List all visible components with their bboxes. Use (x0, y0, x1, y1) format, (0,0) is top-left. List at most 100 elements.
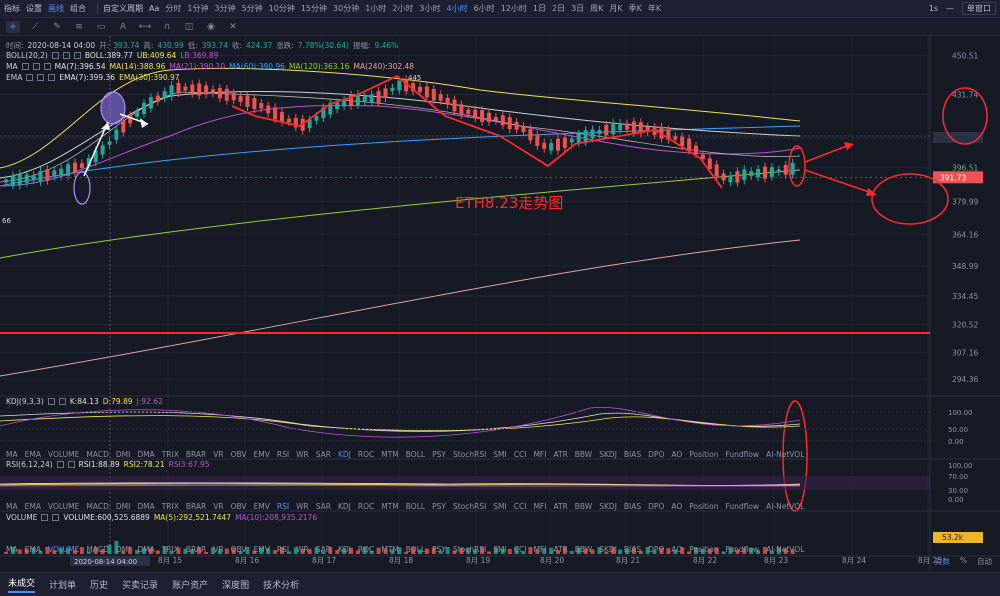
indicator-ma-2[interactable]: MA (6, 545, 18, 554)
indicator-rsi-2[interactable]: RSI (277, 545, 289, 554)
timeframe-19[interactable]: 年K (648, 3, 661, 14)
indicator-ao-0[interactable]: AO (671, 450, 682, 459)
indicator-wr-2[interactable]: WR (296, 545, 309, 554)
indicator-wr-0[interactable]: WR (296, 450, 309, 459)
settings-button[interactable]: 设置 (26, 3, 42, 14)
gear-icon[interactable] (32, 63, 40, 70)
indicator-position-0[interactable]: Position (689, 450, 718, 459)
indicator-emv-1[interactable]: EMV (254, 502, 270, 511)
indicator-bbw-0[interactable]: BBW (575, 450, 592, 459)
indicator-dma-2[interactable]: DMA (137, 545, 154, 554)
timeframe-18[interactable]: 季K (629, 3, 642, 14)
indicator-smi-0[interactable]: SMI (493, 450, 506, 459)
indicator-mfi-1[interactable]: MFI (533, 502, 546, 511)
indicator-rsi-1[interactable]: RSI (277, 502, 289, 511)
eye-icon[interactable] (51, 52, 59, 59)
indicator-boll-0[interactable]: BOLL (406, 450, 425, 459)
indicator-skdj-1[interactable]: SKDJ (599, 502, 617, 511)
close-icon[interactable] (67, 461, 75, 468)
indicator-atr-0[interactable]: ATR (553, 450, 567, 459)
timeframe-12[interactable]: 12小时 (501, 3, 527, 14)
percent-scale-toggle[interactable]: % (960, 556, 967, 567)
timeframe-13[interactable]: 1日 (533, 3, 546, 14)
close-icon[interactable] (48, 74, 56, 81)
timeframe-5[interactable]: 15分钟 (301, 3, 327, 14)
text-icon[interactable]: A (116, 21, 130, 33)
measure-icon[interactable]: ⟷ (138, 21, 152, 33)
indicator-dpo-2[interactable]: DPO (648, 545, 664, 554)
timeframe-9[interactable]: 3小时 (419, 3, 440, 14)
indicator-brar-2[interactable]: BRAR (186, 545, 206, 554)
single-window-select[interactable]: 单窗口 (962, 2, 996, 15)
fib-icon[interactable]: ≡ (72, 21, 86, 33)
indicator-ao-1[interactable]: AO (671, 502, 682, 511)
combo-button[interactable]: 组合 (70, 3, 86, 14)
tab-history[interactable]: 历史 (90, 578, 108, 591)
indicator-dmi-1[interactable]: DMI (116, 502, 130, 511)
indicator-smi-2[interactable]: SMI (493, 545, 506, 554)
timeframe-10[interactable]: 4小时 (447, 3, 468, 14)
indicator-stochrsi-0[interactable]: StochRSI (453, 450, 486, 459)
gear-icon[interactable] (37, 74, 45, 81)
log-scale-toggle[interactable]: 对数 (935, 556, 950, 567)
trash-icon[interactable]: ✕ (226, 21, 240, 33)
indicator-obv-0[interactable]: OBV (231, 450, 247, 459)
timeframe-16[interactable]: 周K (590, 3, 603, 14)
indicator-kdj-0[interactable]: KDJ (338, 450, 351, 459)
indicator-smi-1[interactable]: SMI (493, 502, 506, 511)
indicator-volume-1[interactable]: VOLUME (48, 502, 79, 511)
indicator-ao-2[interactable]: AO (671, 545, 682, 554)
eye-icon[interactable] (21, 63, 29, 70)
indicator-kdj-2[interactable]: KDJ (338, 545, 351, 554)
indicator-stochrsi-2[interactable]: StochRSI (453, 545, 486, 554)
indicator-atr-1[interactable]: ATR (553, 502, 567, 511)
indicator-trix-1[interactable]: TRIX (162, 502, 179, 511)
indicator-mfi-0[interactable]: MFI (533, 450, 546, 459)
indicator-bias-2[interactable]: BIAS (624, 545, 641, 554)
indicator-ai-netvol-0[interactable]: AI-NetVOL (766, 450, 804, 459)
indicator-ai-netvol-2[interactable]: AI-NetVOL (766, 545, 804, 554)
indicator-fundflow-2[interactable]: Fundflow (725, 545, 759, 554)
indicator-sar-1[interactable]: SAR (316, 502, 331, 511)
indicator-ma-0[interactable]: MA (6, 450, 18, 459)
indicator-volume-0[interactable]: VOLUME (48, 450, 79, 459)
tab-plan-orders[interactable]: 计划单 (49, 578, 76, 591)
indicator-emv-0[interactable]: EMV (254, 450, 270, 459)
indicator-obv-2[interactable]: OBV (231, 545, 247, 554)
indicator-cci-1[interactable]: CCI (514, 502, 527, 511)
timeframe-11[interactable]: 6小时 (474, 3, 495, 14)
indicator-ema-1[interactable]: EMA (25, 502, 41, 511)
indicator-mtm-2[interactable]: MTM (381, 545, 399, 554)
eye-icon[interactable]: ◉ (204, 21, 218, 33)
indicator-position-1[interactable]: Position (689, 502, 718, 511)
indicator-fundflow-1[interactable]: Fundflow (725, 502, 759, 511)
indicator-volume-2[interactable]: VOLUME (48, 545, 79, 554)
tab-assets[interactable]: 账户资产 (172, 578, 208, 591)
close-icon[interactable] (43, 63, 51, 70)
indicator-wr-1[interactable]: WR (296, 502, 309, 511)
interval-label[interactable]: 1s (929, 4, 938, 13)
timeframe-17[interactable]: 月K (609, 3, 622, 14)
indicator-stochrsi-1[interactable]: StochRSI (453, 502, 486, 511)
indicator-mtm-0[interactable]: MTM (381, 450, 399, 459)
indicator-dmi-2[interactable]: DMI (116, 545, 130, 554)
indicator-vr-0[interactable]: VR (213, 450, 223, 459)
indicator-skdj-2[interactable]: SKDJ (599, 545, 617, 554)
indicator-psy-1[interactable]: PSY (432, 502, 446, 511)
timeframe-14[interactable]: 2日 (552, 3, 565, 14)
indicator-sar-0[interactable]: SAR (316, 450, 331, 459)
indicator-ema-0[interactable]: EMA (25, 450, 41, 459)
timeframe-7[interactable]: 1小时 (365, 3, 386, 14)
draw-button[interactable]: 画线 (48, 3, 64, 14)
eye-icon[interactable] (26, 74, 34, 81)
indicator-dma-0[interactable]: DMA (137, 450, 154, 459)
indicator-mtm-1[interactable]: MTM (381, 502, 399, 511)
timeframe-15[interactable]: 3日 (571, 3, 584, 14)
indicator-atr-2[interactable]: ATR (553, 545, 567, 554)
tab-depth[interactable]: 深度图 (222, 578, 249, 591)
indicator-vr-1[interactable]: VR (213, 502, 223, 511)
indicator-bias-1[interactable]: BIAS (624, 502, 641, 511)
crosshair-icon[interactable]: + (6, 20, 20, 33)
indicator-roc-1[interactable]: ROC (358, 502, 374, 511)
gear-icon[interactable] (62, 52, 70, 59)
